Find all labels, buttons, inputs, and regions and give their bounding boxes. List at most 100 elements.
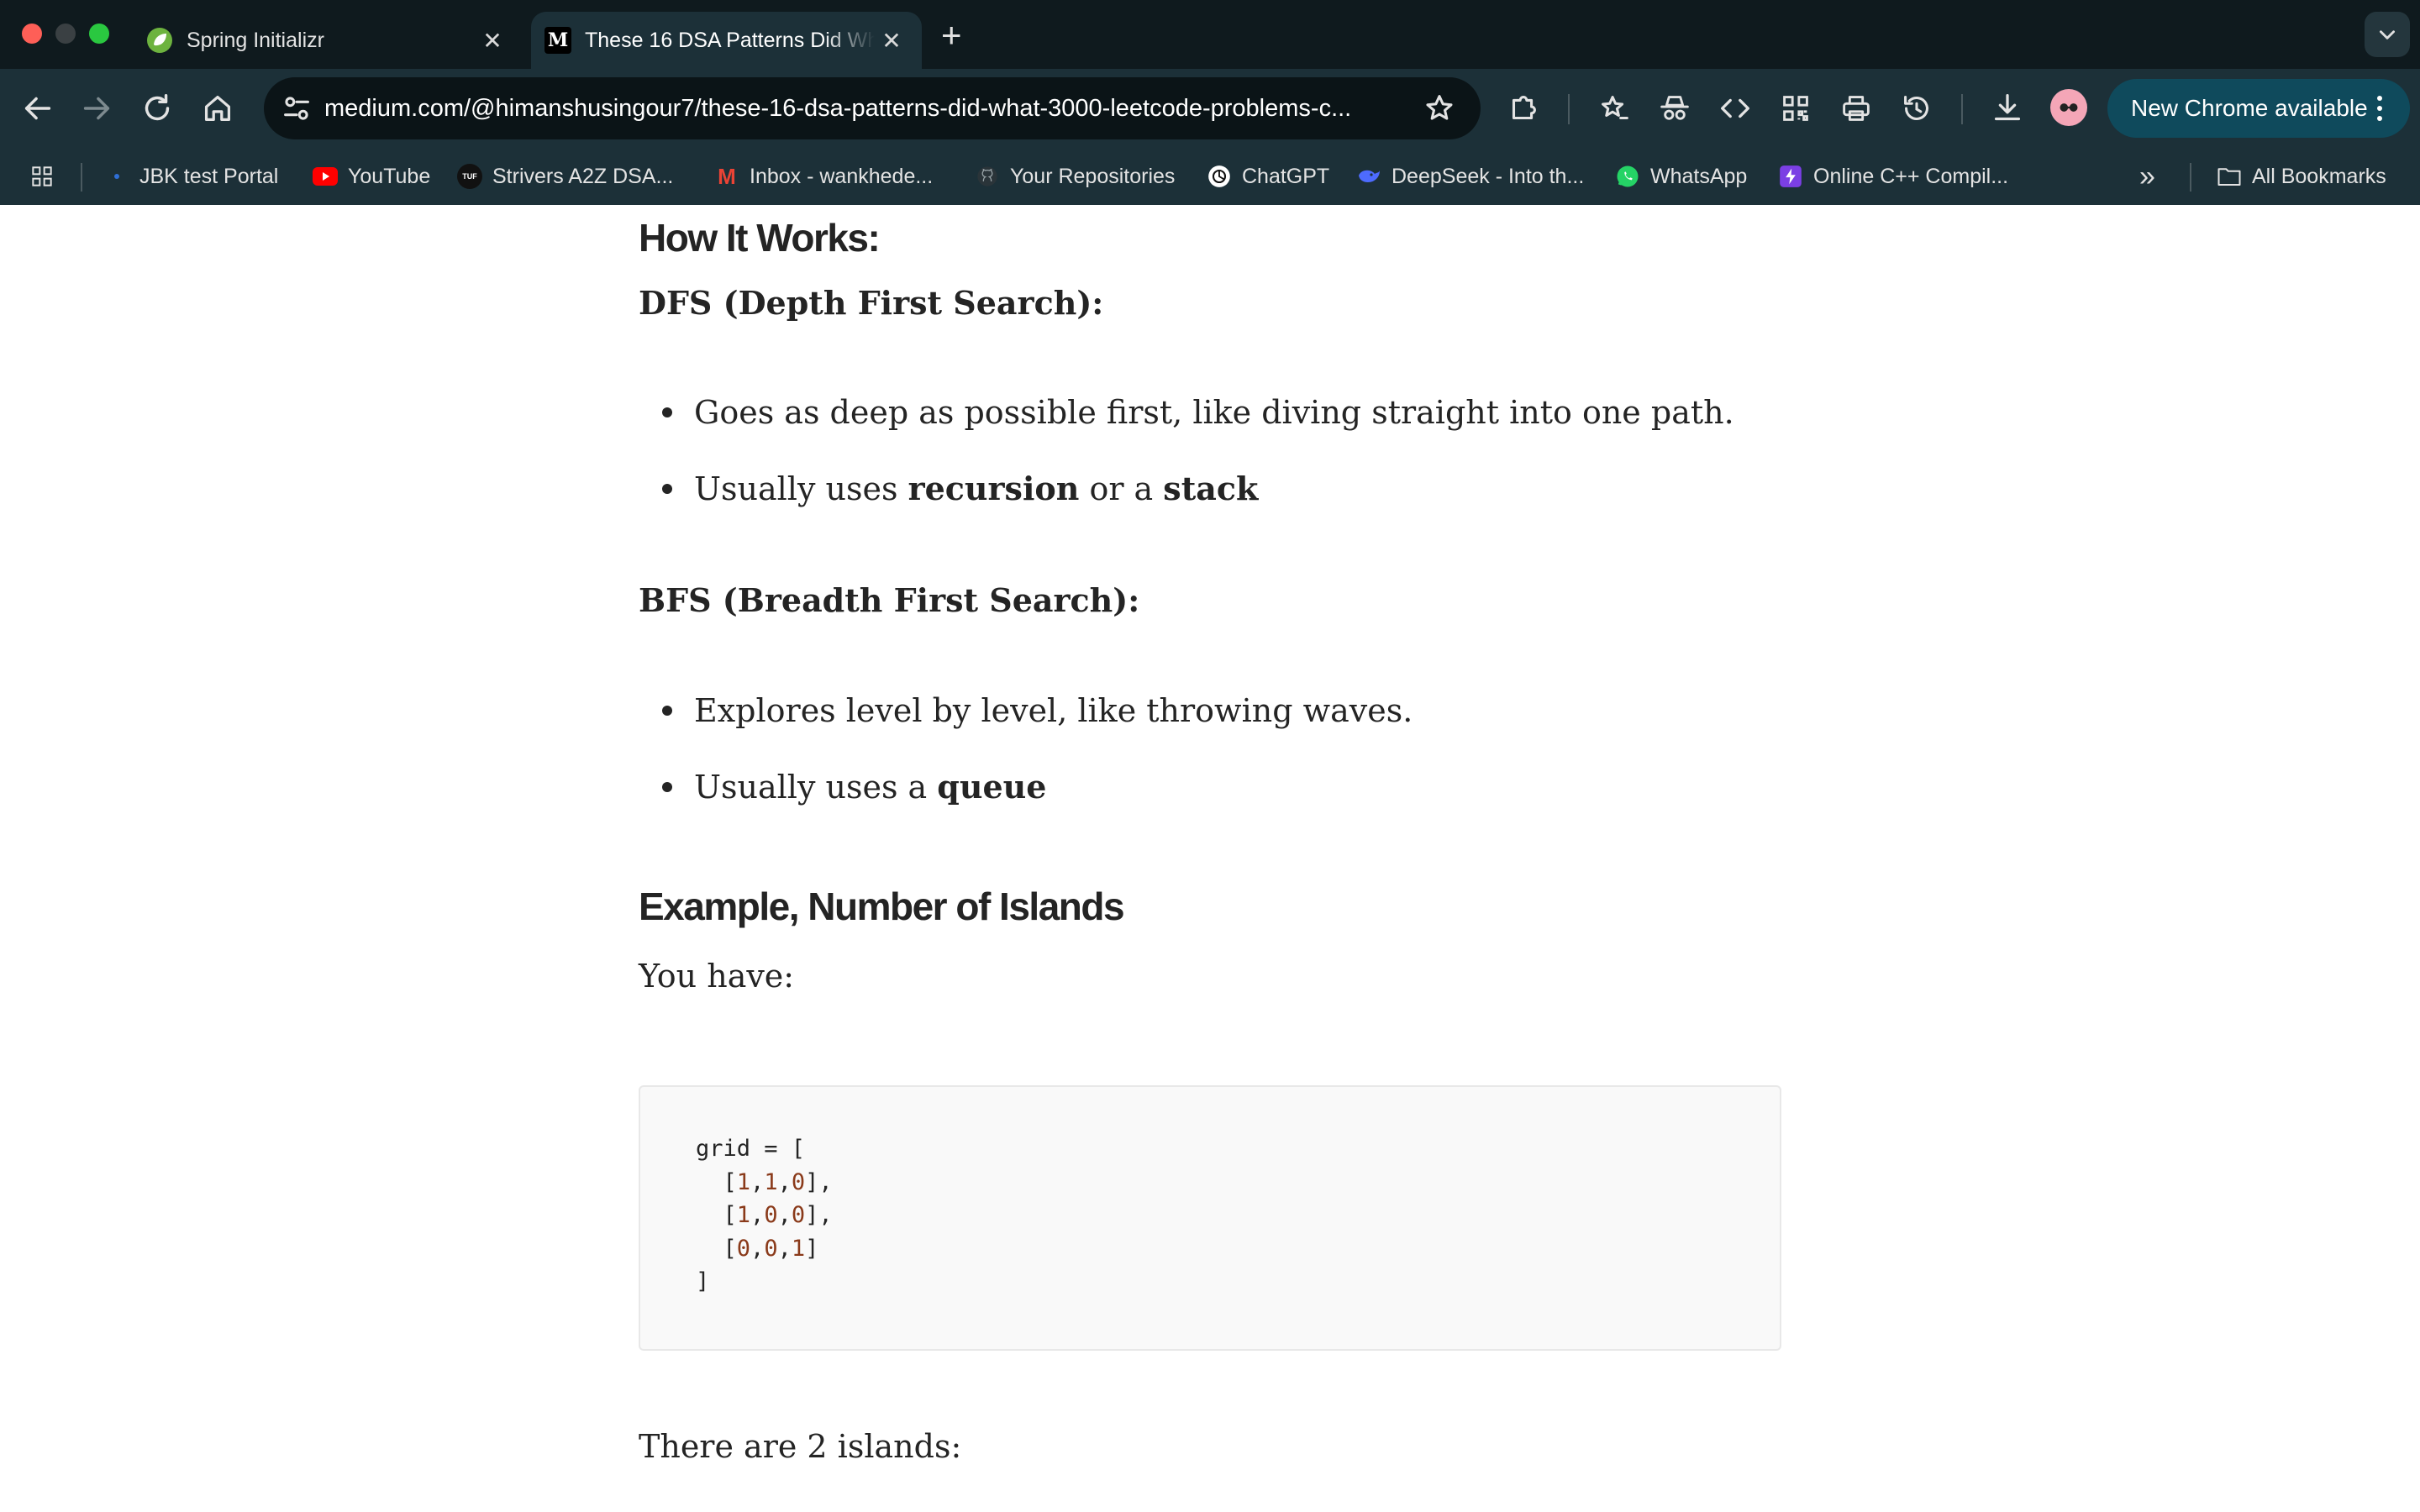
glasses-icon — [2060, 103, 2078, 112]
arrow-right-icon — [83, 97, 110, 120]
site-settings-button[interactable] — [277, 89, 316, 128]
bookmark-your-repositories[interactable]: Your Repositories — [975, 148, 1175, 205]
more-bookmarks-button[interactable]: » — [2139, 148, 2155, 205]
star-list-icon — [1602, 96, 1628, 120]
spring-leaf-icon — [147, 28, 172, 53]
bullet-dot — [662, 705, 672, 716]
tune-icon — [284, 97, 309, 120]
paragraph-you-have: You have: — [639, 958, 795, 995]
chevron-double-right-icon: » — [2139, 160, 2155, 192]
apps-button[interactable] — [29, 148, 55, 205]
bullet-dot — [662, 483, 672, 494]
toolbar-divider — [1961, 94, 1963, 124]
tab-search-button[interactable] — [2365, 12, 2410, 57]
reload-button[interactable] — [138, 89, 176, 128]
bookmarks-bar: JBK test Portal YouTube TUF Strivers A2Z… — [0, 148, 2420, 205]
new-tab-button[interactable]: + — [941, 15, 962, 55]
chatgpt-icon — [1207, 164, 1232, 189]
jbk-icon — [104, 164, 129, 189]
window-minimize-button[interactable] — [55, 24, 76, 44]
tab-close-button[interactable]: ✕ — [875, 27, 908, 55]
bold-term: stack — [1163, 470, 1259, 507]
incognito-button[interactable] — [1655, 89, 1694, 128]
bookmark-label: ChatGPT — [1242, 164, 1330, 188]
star-icon — [1426, 95, 1453, 120]
incognito-icon — [1660, 96, 1689, 120]
list-item: Usually uses recursion or a stack — [639, 470, 1258, 507]
list-item: Usually uses a queue — [639, 768, 1046, 806]
devtools-button[interactable] — [1716, 89, 1754, 128]
bookmark-jbk-test-portal[interactable]: JBK test Portal — [104, 148, 278, 205]
bfs-heading: BFS (Breadth First Search): — [639, 581, 1140, 619]
bookmark-chatgpt[interactable]: ChatGPT — [1207, 148, 1329, 205]
forward-button[interactable] — [77, 89, 116, 128]
tuf-icon: TUF — [457, 164, 482, 189]
all-bookmarks-button[interactable]: All Bookmarks — [2217, 148, 2386, 205]
profile-avatar[interactable] — [2050, 89, 2087, 126]
back-button[interactable] — [18, 89, 57, 128]
bold-term: queue — [937, 768, 1047, 806]
home-button[interactable] — [198, 89, 237, 128]
toolbar-divider — [1568, 94, 1570, 124]
gmail-icon: M — [718, 163, 736, 189]
dfs-heading: DFS (Depth First Search): — [639, 284, 1104, 322]
medium-icon: M — [544, 27, 571, 54]
downloads-button[interactable] — [1988, 89, 2027, 128]
tab-close-button[interactable]: ✕ — [476, 27, 509, 55]
print-button[interactable] — [1837, 89, 1876, 128]
bold-term: recursion — [908, 470, 1080, 507]
bookmark-deepseek[interactable]: DeepSeek - Into th... — [1356, 148, 1584, 205]
bookmark-label: All Bookmarks — [2252, 164, 2386, 188]
bookmark-label: Online C++ Compil... — [1813, 164, 2009, 188]
bookmarks-manager-button[interactable] — [1595, 89, 1634, 128]
list-item: Explores level by level, like throwing w… — [639, 692, 1413, 729]
list-item: Goes as deep as possible first, like div… — [639, 394, 1734, 431]
bolt-icon — [1778, 164, 1803, 189]
home-icon — [204, 95, 231, 122]
bookmark-gmail-inbox[interactable]: M Inbox - wankhede... — [714, 148, 933, 205]
reload-icon — [145, 93, 170, 121]
deepseek-icon — [1356, 164, 1381, 189]
puzzle-icon — [1512, 96, 1536, 120]
code-text: grid = [ [1,1,0], [1,0,0], [0,0,1] ] — [696, 1136, 833, 1294]
tab-medium-article[interactable]: M These 16 DSA Patterns Did What 3000 Le… — [531, 12, 922, 69]
qr-code-button[interactable] — [1776, 89, 1815, 128]
extensions-button[interactable] — [1504, 89, 1543, 128]
code-block: grid = [ [1,1,0], [1,0,0], [0,0,1] ] — [639, 1085, 1781, 1351]
section-heading-how-it-works: How It Works: — [639, 216, 881, 260]
section-heading-example: Example, Number of Islands — [639, 885, 1125, 928]
window-close-button[interactable] — [22, 24, 42, 44]
browser-toolbar: medium.com/@himanshusingour7/these-16-ds… — [0, 69, 2420, 148]
tab-title: These 16 DSA Patterns Did What 3000 Leet… — [585, 28, 875, 52]
bookmark-online-cpp-compiler[interactable]: Online C++ Compil... — [1778, 148, 2008, 205]
whatsapp-icon — [1615, 164, 1640, 189]
bookmark-label: Strivers A2Z DSA... — [492, 164, 674, 188]
window-maximize-button[interactable] — [89, 24, 109, 44]
download-icon — [1994, 94, 2021, 121]
bookmarks-divider — [81, 163, 82, 192]
bookmarks-divider — [2190, 163, 2191, 192]
youtube-icon — [313, 164, 338, 189]
bookmark-strivers-a2z[interactable]: TUF Strivers A2Z DSA... — [457, 148, 673, 205]
folder-icon — [2217, 164, 2242, 189]
apps-grid-icon — [32, 166, 52, 186]
new-chrome-available-button[interactable]: New Chrome available — [2107, 79, 2410, 138]
code-icon — [1721, 98, 1749, 118]
bookmark-youtube[interactable]: YouTube — [313, 148, 430, 205]
update-label: New Chrome available — [2131, 95, 2368, 121]
printer-icon — [1843, 96, 1870, 121]
qr-code-icon — [1783, 96, 1808, 121]
bookmark-label: Inbox - wankhede... — [750, 164, 934, 188]
bookmark-whatsapp[interactable]: WhatsApp — [1615, 148, 1747, 205]
github-icon — [975, 164, 1000, 189]
more-vert-icon — [2377, 96, 2382, 121]
bookmark-label: WhatsApp — [1650, 164, 1748, 188]
tab-strip: Spring Initializr ✕ M These 16 DSA Patte… — [0, 0, 2420, 69]
history-button[interactable] — [1897, 89, 1936, 128]
address-bar[interactable]: medium.com/@himanshusingour7/these-16-ds… — [264, 77, 1481, 139]
bookmark-label: Your Repositories — [1010, 164, 1176, 188]
bookmark-star-button[interactable] — [1420, 89, 1459, 128]
tab-spring-initializr[interactable]: Spring Initializr ✕ — [136, 12, 523, 69]
bookmark-label: YouTube — [348, 164, 431, 188]
url-text[interactable]: medium.com/@himanshusingour7/these-16-ds… — [324, 77, 1351, 139]
